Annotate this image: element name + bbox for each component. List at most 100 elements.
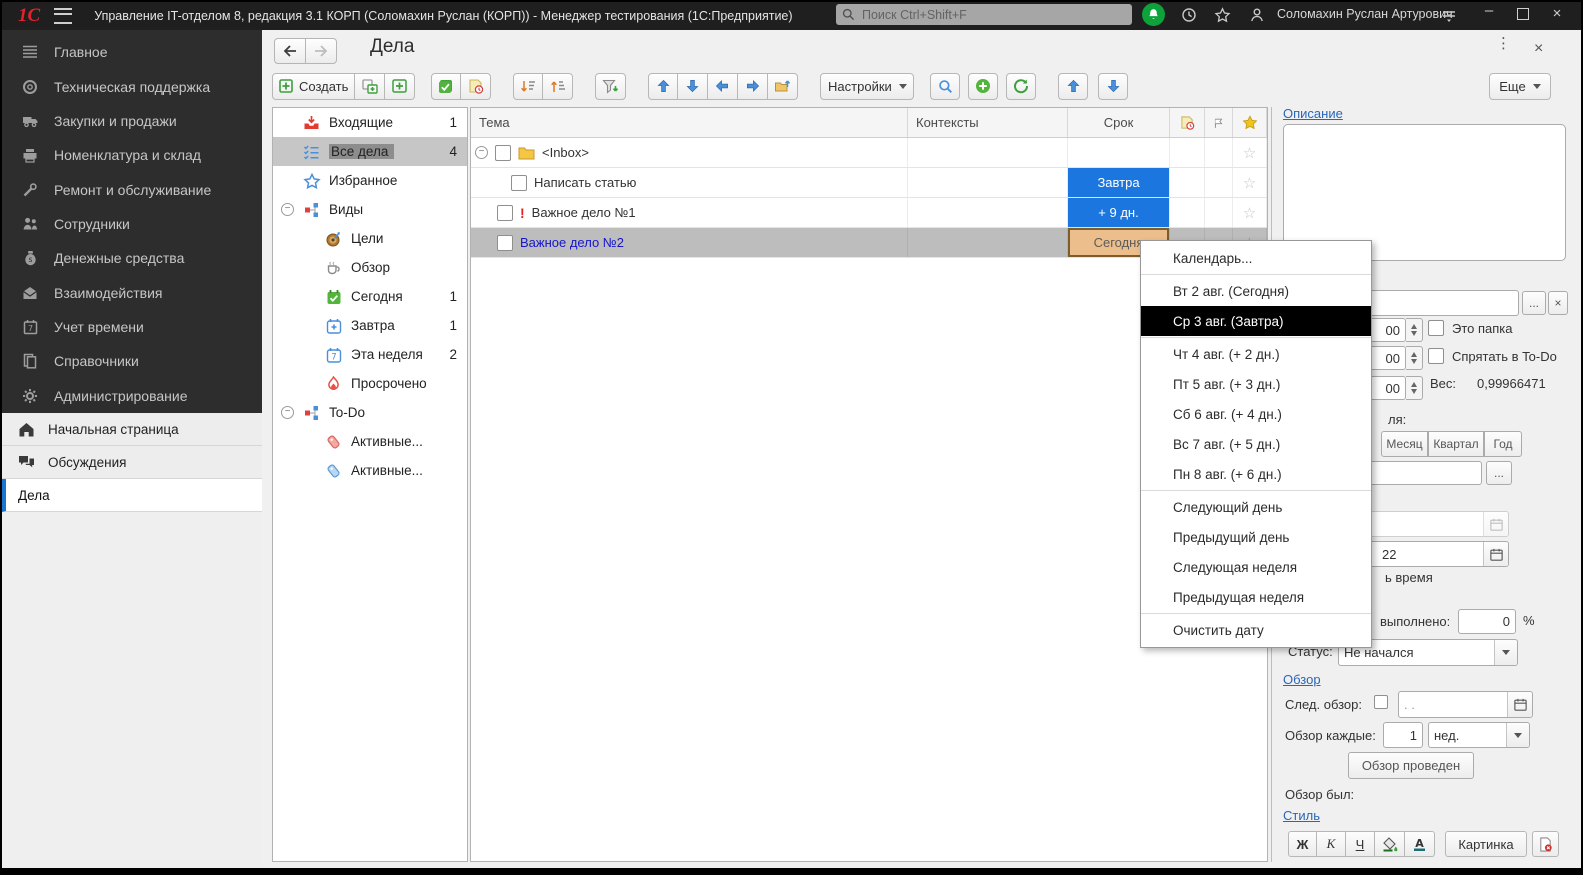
menu-item-tomorrow-selected[interactable]: Ср 3 авг. (Завтра) xyxy=(1141,306,1371,336)
menu-item-next-week[interactable]: Следующая неделя xyxy=(1141,552,1371,582)
bold-button[interactable]: Ж xyxy=(1288,831,1317,857)
is-folder-checkbox[interactable] xyxy=(1428,320,1444,336)
sidebar-item-purchases[interactable]: Закупки и продажи xyxy=(2,104,262,138)
more-button[interactable]: Еще xyxy=(1489,73,1551,100)
menu-item-plus6[interactable]: Пн 8 авг. (+ 6 дн.) xyxy=(1141,459,1371,489)
category-active-contexts-red[interactable]: Активные... xyxy=(273,427,467,456)
fill-color-button[interactable] xyxy=(1375,831,1405,857)
clear-format-button[interactable] xyxy=(1532,831,1559,857)
row-up-button[interactable] xyxy=(1058,73,1088,100)
calendar-icon[interactable] xyxy=(1483,512,1508,536)
forward-button[interactable] xyxy=(306,38,337,64)
service-menu-button[interactable] xyxy=(1440,6,1458,23)
sidebar-item-time[interactable]: 7 Учет времени xyxy=(2,310,262,344)
italic-button[interactable]: К xyxy=(1317,831,1346,857)
category-review[interactable]: Обзор xyxy=(273,253,467,282)
form-close-button[interactable]: × xyxy=(1534,40,1543,58)
review-link[interactable]: Обзор xyxy=(1283,672,1321,687)
filter-button[interactable] xyxy=(595,73,626,100)
menu-item-prev-day[interactable]: Предыдущий день xyxy=(1141,522,1371,552)
menu-item-prev-week[interactable]: Предыдущая неделя xyxy=(1141,582,1371,612)
history-button[interactable] xyxy=(1180,6,1198,23)
favorite-star[interactable]: ☆ xyxy=(1233,198,1267,227)
sidebar-item-repair[interactable]: Ремонт и обслуживание xyxy=(2,172,262,206)
move-left-button[interactable] xyxy=(708,73,738,100)
picture-button[interactable]: Картинка xyxy=(1445,831,1527,857)
menu-item-plus5[interactable]: Вс 7 авг. (+ 5 дн.) xyxy=(1141,429,1371,459)
due-cell[interactable]: + 9 дн. xyxy=(1068,198,1170,227)
project-choose-button[interactable]: ... xyxy=(1522,291,1546,315)
category-todo[interactable]: − To-Do xyxy=(273,398,467,427)
column-header-subject[interactable]: Тема xyxy=(471,108,908,137)
sidebar-item-support[interactable]: Техническая поддержка xyxy=(2,69,262,103)
sidebar-item-main[interactable]: Главное xyxy=(2,35,262,69)
maximize-button[interactable] xyxy=(1512,5,1534,24)
search-input[interactable] xyxy=(860,7,1114,23)
column-header-contexts[interactable]: Контексты xyxy=(908,108,1068,137)
category-active-contexts-blue[interactable]: Активные... xyxy=(273,456,467,485)
sidebar-item-catalogs[interactable]: Справочники xyxy=(2,344,262,378)
category-kinds[interactable]: − Виды xyxy=(273,195,467,224)
category-this-week[interactable]: 7 Эта неделя 2 xyxy=(273,340,467,369)
category-overdue[interactable]: Просрочено xyxy=(273,369,467,398)
repeat-choose-button[interactable]: ... xyxy=(1486,461,1512,485)
move-right-button[interactable] xyxy=(738,73,768,100)
move-up-button[interactable] xyxy=(648,73,678,100)
table-row[interactable]: ! Важное дело №1 + 9 дн. ☆ xyxy=(471,198,1267,228)
time-spinner-1-buttons[interactable] xyxy=(1406,318,1423,342)
table-row[interactable]: − <Inbox> ☆ xyxy=(471,138,1267,168)
menu-item-plus3[interactable]: Пт 5 авг. (+ 3 дн.) xyxy=(1141,369,1371,399)
column-header-favorite[interactable] xyxy=(1233,108,1267,137)
chevron-down-icon[interactable] xyxy=(1494,640,1517,665)
move-down-button[interactable] xyxy=(678,73,708,100)
sidebar-item-home[interactable]: Начальная страница xyxy=(2,413,262,446)
column-header-postpone[interactable] xyxy=(1170,108,1205,137)
category-tomorrow[interactable]: Завтра 1 xyxy=(273,311,467,340)
category-all-tasks[interactable]: Все дела 4 xyxy=(273,137,467,166)
sort-ascending-button[interactable] xyxy=(543,73,573,100)
category-goals[interactable]: Цели xyxy=(273,224,467,253)
row-down-button[interactable] xyxy=(1098,73,1128,100)
row-checkbox[interactable] xyxy=(497,205,513,221)
row-checkbox[interactable] xyxy=(497,235,513,251)
collapse-toggle[interactable]: − xyxy=(475,146,488,159)
sidebar-item-money[interactable]: s Денежные средства xyxy=(2,241,262,275)
due-cell[interactable]: Завтра xyxy=(1068,168,1170,197)
next-review-date-field[interactable] xyxy=(1398,691,1533,718)
category-today[interactable]: Сегодня 1 xyxy=(273,282,467,311)
row-checkbox[interactable] xyxy=(511,175,527,191)
favorite-star[interactable]: ☆ xyxy=(1233,138,1267,167)
favorites-button[interactable] xyxy=(1213,6,1231,23)
period-month-button[interactable]: Месяц xyxy=(1381,431,1428,457)
menu-item-plus2[interactable]: Чт 4 авг. (+ 2 дн.) xyxy=(1141,339,1371,369)
favorite-star[interactable]: ☆ xyxy=(1233,168,1267,197)
sidebar-item-administration[interactable]: Администрирование xyxy=(2,379,262,413)
collapse-toggle[interactable]: − xyxy=(281,203,294,216)
review-unit-combo[interactable] xyxy=(1428,722,1530,748)
menu-item-plus4[interactable]: Сб 6 авг. (+ 4 дн.) xyxy=(1141,399,1371,429)
sidebar-item-tasks-current[interactable]: Дела xyxy=(2,479,262,512)
underline-button[interactable]: Ч xyxy=(1346,831,1375,857)
calendar-icon[interactable] xyxy=(1483,542,1508,566)
complete-task-button[interactable] xyxy=(431,73,461,100)
global-search[interactable] xyxy=(836,4,1132,25)
category-favorites[interactable]: Избранное xyxy=(273,166,467,195)
postpone-button[interactable] xyxy=(461,73,491,100)
review-done-button[interactable]: Обзор проведен xyxy=(1348,752,1474,779)
sidebar-item-employees[interactable]: Сотрудники xyxy=(2,207,262,241)
close-window-button[interactable]: × xyxy=(1546,5,1568,22)
sidebar-item-discussions[interactable]: Обсуждения xyxy=(2,446,262,479)
minimize-button[interactable]: – xyxy=(1478,2,1500,19)
category-inbox[interactable]: Входящие 1 xyxy=(273,108,467,137)
move-to-group-button[interactable] xyxy=(768,73,798,100)
sort-descending-button[interactable] xyxy=(513,73,543,100)
back-button[interactable] xyxy=(274,38,306,64)
search-button[interactable] xyxy=(930,73,960,100)
refresh-button[interactable] xyxy=(1006,73,1036,100)
percent-done-input[interactable] xyxy=(1458,609,1516,634)
create-folder-button[interactable] xyxy=(385,73,415,100)
column-header-due[interactable]: Срок xyxy=(1068,108,1170,137)
calendar-icon[interactable] xyxy=(1507,692,1532,717)
font-color-button[interactable]: A xyxy=(1405,831,1435,857)
period-quarter-button[interactable]: Квартал xyxy=(1428,431,1484,457)
